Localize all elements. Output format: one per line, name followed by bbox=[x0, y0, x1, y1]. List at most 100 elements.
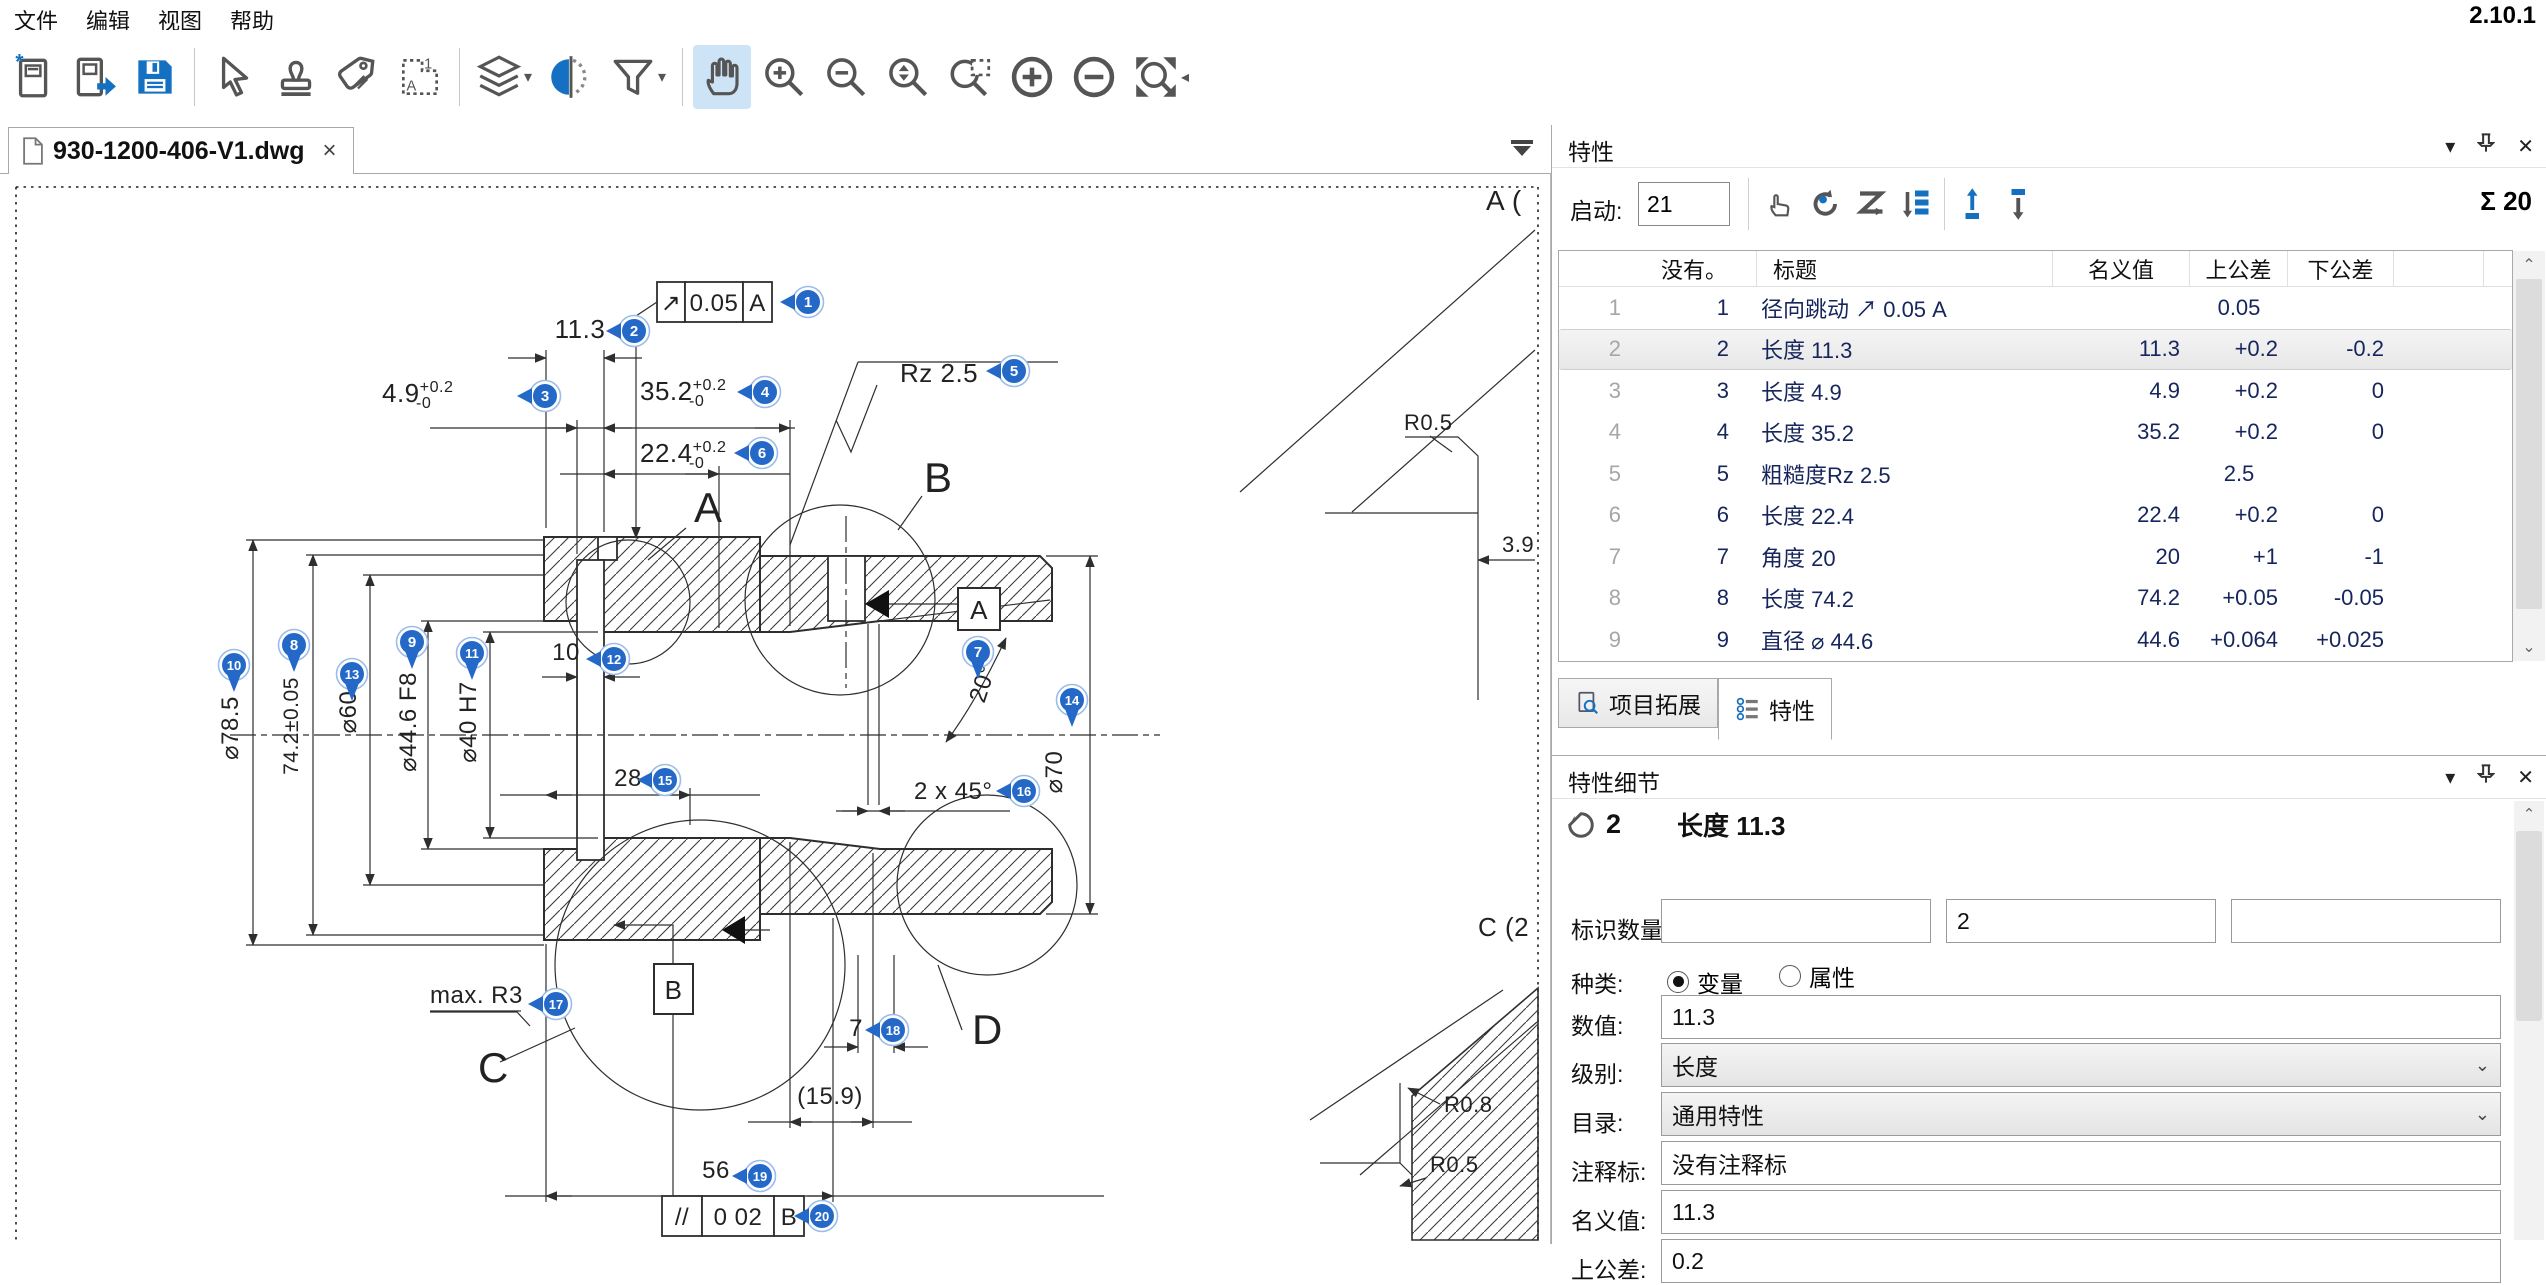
balloon-6[interactable]: 6 bbox=[734, 438, 778, 469]
dim-text: A ( bbox=[1486, 185, 1522, 216]
layers-button[interactable] bbox=[470, 45, 528, 109]
svg-text:16: 16 bbox=[1017, 784, 1031, 799]
partial-region-button[interactable]: 1A bbox=[391, 45, 449, 109]
document-tab[interactable]: 930-1200-406-V1.dwg × bbox=[8, 127, 354, 174]
list-order-button[interactable] bbox=[1896, 182, 1940, 226]
scroll-up-icon[interactable]: ⌃ bbox=[2514, 801, 2544, 823]
svg-text:2: 2 bbox=[630, 323, 638, 340]
app-version: 2.10.1 bbox=[2469, 2, 2536, 30]
id-count-input-2[interactable]: 2 bbox=[1946, 899, 2216, 943]
balloon-17[interactable]: 17 bbox=[528, 989, 572, 1020]
toolbar-collapse-icon[interactable]: ◂ bbox=[1181, 67, 1197, 87]
balloon-10[interactable]: 10 bbox=[219, 650, 250, 693]
move-down-button[interactable] bbox=[2000, 182, 2044, 226]
project-expand-icon bbox=[1575, 690, 1601, 716]
mirror-button[interactable] bbox=[542, 45, 600, 109]
panel-close-icon[interactable]: ✕ bbox=[2517, 134, 2534, 159]
layers-dropdown-icon[interactable]: ▾ bbox=[524, 67, 540, 87]
balloon-14[interactable]: 14 bbox=[1057, 685, 1088, 728]
hub-bottom-section bbox=[760, 838, 1052, 914]
panel-close-icon[interactable]: ✕ bbox=[2517, 765, 2534, 790]
move-up-button[interactable] bbox=[1954, 182, 1998, 226]
sort-path-button[interactable] bbox=[1850, 182, 1894, 226]
panel-pin-icon[interactable] bbox=[2477, 764, 2495, 790]
new-document-button[interactable]: * bbox=[2, 45, 60, 109]
dim-text: A bbox=[694, 484, 723, 531]
balloon-18[interactable]: 18 bbox=[865, 1015, 909, 1046]
zoom-out-button[interactable] bbox=[817, 45, 875, 109]
dim-text: 4.9+0.2-0 bbox=[382, 378, 453, 412]
table-row-1[interactable]: 11径向跳动 ↗ 0.05 A 0.05 bbox=[1559, 287, 2512, 329]
increase-button[interactable] bbox=[1003, 45, 1061, 109]
id-count-input-3[interactable] bbox=[2231, 899, 2501, 943]
table-row-3[interactable]: 33长度 4.9 4.9+0.20 bbox=[1559, 370, 2512, 412]
table-row-9[interactable]: 99直径 ⌀ 44.6 44.6+0.064+0.025 bbox=[1559, 619, 2512, 661]
open-document-button[interactable] bbox=[64, 45, 122, 109]
zoom-dynamic-button[interactable] bbox=[879, 45, 937, 109]
zoom-window-button[interactable] bbox=[941, 45, 999, 109]
balloon-11[interactable]: 11 bbox=[457, 638, 488, 681]
decrease-icon bbox=[1069, 52, 1119, 102]
input-field-8[interactable]: 0.2 bbox=[1661, 1239, 2501, 1283]
input-field-6[interactable]: 没有注释标 bbox=[1661, 1141, 2501, 1185]
balloon-3[interactable]: 3 bbox=[517, 381, 561, 412]
table-row-2[interactable]: 22长度 11.3 11.3+0.2-0.2 bbox=[1559, 329, 2512, 371]
svg-text:6: 6 bbox=[758, 445, 766, 462]
table-row-8[interactable]: 88长度 74.2 74.2+0.05-0.05 bbox=[1559, 578, 2512, 620]
id-count-input-1[interactable] bbox=[1661, 899, 1931, 943]
decrease-button[interactable] bbox=[1065, 45, 1123, 109]
hub-top-section bbox=[760, 556, 1052, 632]
panel-tab-properties[interactable]: 特性 bbox=[1718, 678, 1832, 740]
table-scrollbar[interactable]: ⌃ ⌄ bbox=[2513, 251, 2545, 661]
balloon-19[interactable]: 19 bbox=[732, 1161, 776, 1192]
scroll-up-icon[interactable]: ⌃ bbox=[2513, 255, 2545, 275]
table-row-7[interactable]: 77角度 20 20+1-1 bbox=[1559, 536, 2512, 578]
input-field-7[interactable]: 11.3 bbox=[1661, 1190, 2501, 1234]
filter-button[interactable] bbox=[604, 45, 662, 109]
start-number-input[interactable] bbox=[1638, 182, 1730, 226]
scroll-down-icon[interactable]: ⌄ bbox=[2513, 637, 2545, 657]
main-toolbar: * 1A ▾ ▾ bbox=[0, 30, 1551, 124]
save-button[interactable] bbox=[126, 45, 184, 109]
select-field-5[interactable]: 通用特性⌄ bbox=[1661, 1092, 2501, 1136]
zoom-window-icon bbox=[945, 52, 995, 102]
renumber-button[interactable] bbox=[1804, 182, 1848, 226]
balloon-1[interactable]: 1 bbox=[780, 287, 824, 318]
svg-text:7: 7 bbox=[974, 644, 982, 661]
svg-text:15: 15 bbox=[658, 773, 672, 788]
input-field-3[interactable]: 11.3 bbox=[1661, 995, 2501, 1039]
balloon-9[interactable]: 9 bbox=[397, 627, 428, 670]
pick-tool-button[interactable] bbox=[1758, 182, 1802, 226]
zoom-fit-button[interactable] bbox=[1127, 45, 1185, 109]
details-scrollbar[interactable]: ⌃ bbox=[2514, 801, 2544, 1240]
tab-list-menu-icon[interactable] bbox=[1511, 140, 1533, 156]
balloon-16[interactable]: 16 bbox=[996, 776, 1040, 807]
radio-变量[interactable]: 变量 bbox=[1667, 965, 1743, 999]
details-panel-header: 特性细节 ▾ ✕ bbox=[1552, 756, 2546, 799]
balloon-2[interactable]: 2 bbox=[606, 316, 650, 347]
select-field-4[interactable]: 长度⌄ bbox=[1661, 1043, 2501, 1087]
document-tab-close-icon[interactable]: × bbox=[319, 137, 341, 165]
new-document-icon: * bbox=[6, 52, 56, 102]
select-tool-button[interactable] bbox=[205, 45, 263, 109]
balloon-tag-button[interactable] bbox=[329, 45, 387, 109]
table-row-6[interactable]: 66长度 22.4 22.4+0.20 bbox=[1559, 495, 2512, 537]
characteristics-table[interactable]: 没有。标题 名义值上公差 下公差11径向跳动 ↗ 0.05 A 0.0522长度… bbox=[1558, 250, 2513, 662]
panel-pin-icon[interactable] bbox=[2477, 133, 2495, 159]
fcf-cell: A bbox=[749, 290, 766, 317]
balloon-4[interactable]: 4 bbox=[737, 377, 781, 408]
balloon-5[interactable]: 5 bbox=[986, 356, 1030, 387]
filter-dropdown-icon[interactable]: ▾ bbox=[658, 67, 674, 87]
balloon-15[interactable]: 15 bbox=[637, 765, 681, 796]
balloon-8[interactable]: 8 bbox=[279, 630, 310, 673]
panel-dropdown-icon[interactable]: ▾ bbox=[2445, 134, 2455, 159]
radio-属性[interactable]: 属性 bbox=[1779, 959, 1855, 993]
zoom-in-button[interactable] bbox=[755, 45, 813, 109]
panel-tab-project[interactable]: 项目拓展 bbox=[1558, 678, 1718, 728]
drawing-canvas[interactable]: 11.34.9+0.2-035.2+0.2-022.4+0.2-0Rz 2.52… bbox=[0, 174, 1551, 1244]
stamp-tool-button[interactable] bbox=[267, 45, 325, 109]
pan-tool-button[interactable] bbox=[693, 45, 751, 109]
table-row-5[interactable]: 55粗糙度Rz 2.5 2.5 bbox=[1559, 453, 2512, 495]
table-row-4[interactable]: 44长度 35.2 35.2+0.20 bbox=[1559, 412, 2512, 454]
panel-dropdown-icon[interactable]: ▾ bbox=[2445, 765, 2455, 790]
